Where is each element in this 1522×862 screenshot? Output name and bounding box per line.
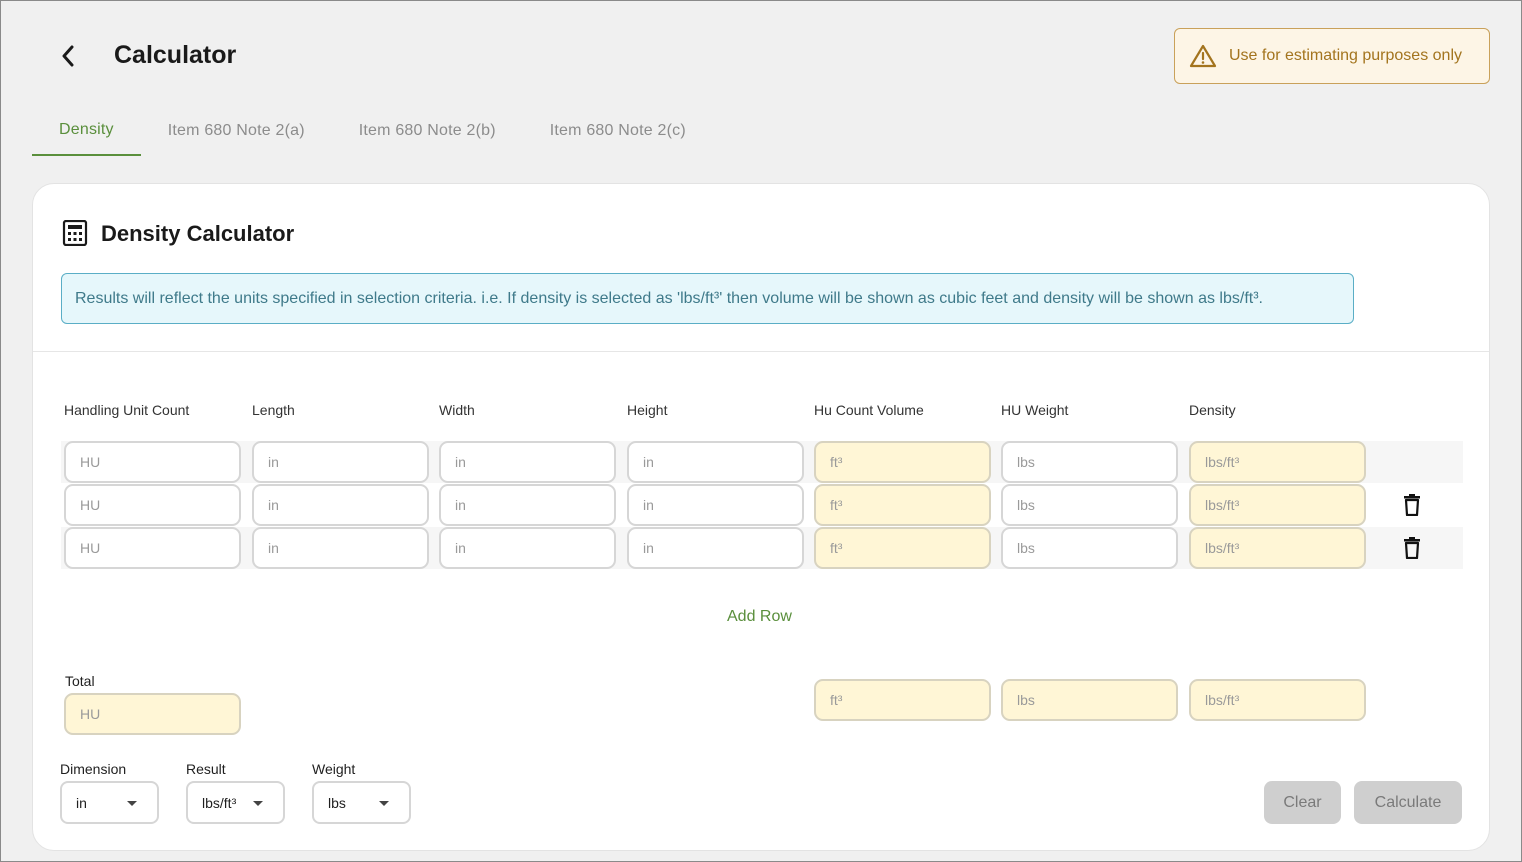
hu-count-volume-field [814, 441, 991, 483]
hu-count-volume-field [814, 527, 991, 569]
card-title: Density Calculator [101, 221, 295, 246]
total-hu-field [64, 693, 241, 735]
hu-weight-input[interactable] [1001, 527, 1178, 569]
tab-item-680-note-2b[interactable]: Item 680 Note 2(b) [332, 105, 523, 156]
column-header-length: Length [252, 402, 295, 418]
dimension-value: in [76, 794, 87, 811]
column-header-density: Density [1189, 402, 1236, 418]
tab-bar: Density Item 680 Note 2(a) Item 680 Note… [32, 105, 713, 157]
height-input[interactable] [627, 484, 804, 526]
trash-icon [1404, 537, 1420, 559]
dimension-label: Dimension [60, 761, 127, 777]
density-field [1189, 441, 1366, 483]
calculate-button[interactable]: Calculate [1354, 781, 1462, 824]
add-row-button[interactable]: Add Row [727, 608, 792, 626]
trash-icon [1404, 494, 1420, 516]
caret-down-icon [253, 801, 263, 806]
total-volume-field [814, 679, 991, 721]
result-value: lbs/ft³ [202, 794, 237, 811]
column-header-height: Height [627, 402, 668, 418]
caret-down-icon [127, 801, 137, 806]
result-select[interactable]: lbs/ft³ [186, 781, 285, 824]
length-input[interactable] [252, 527, 429, 569]
chevron-left-icon [62, 45, 74, 67]
divider [33, 351, 1489, 352]
calculator-icon [62, 220, 88, 246]
page-title: Calculator [114, 41, 237, 69]
length-input[interactable] [252, 441, 429, 483]
column-header-hu-weight: HU Weight [1001, 402, 1069, 418]
density-field [1189, 527, 1366, 569]
hu-weight-input[interactable] [1001, 441, 1178, 483]
weight-value: lbs [328, 794, 346, 811]
total-density-field [1189, 679, 1366, 721]
hu-count-input[interactable] [64, 484, 241, 526]
length-input[interactable] [252, 484, 429, 526]
hu-count-volume-field [814, 484, 991, 526]
delete-row-button[interactable] [1400, 493, 1424, 517]
tab-item-680-note-2a[interactable]: Item 680 Note 2(a) [141, 105, 332, 156]
hu-count-input[interactable] [64, 527, 241, 569]
delete-row-button[interactable] [1400, 536, 1424, 560]
width-input[interactable] [439, 484, 616, 526]
height-input[interactable] [627, 441, 804, 483]
weight-select[interactable]: lbs [312, 781, 411, 824]
column-header-width: Width [439, 402, 475, 418]
width-input[interactable] [439, 441, 616, 483]
caret-down-icon [379, 801, 389, 806]
warning-icon [1189, 44, 1217, 68]
info-message: Results will reflect the units specified… [61, 273, 1354, 324]
tab-item-680-note-2c[interactable]: Item 680 Note 2(c) [523, 105, 713, 156]
warning-text: Use for estimating purposes only [1229, 47, 1462, 64]
hu-weight-input[interactable] [1001, 484, 1178, 526]
tab-density[interactable]: Density [32, 105, 141, 156]
weight-label: Weight [312, 761, 356, 777]
height-input[interactable] [627, 527, 804, 569]
info-text: Results will reflect the units specified… [75, 289, 1263, 307]
density-calculator-card: Density Calculator Results will reflect … [32, 183, 1490, 851]
clear-button[interactable]: Clear [1264, 781, 1341, 824]
density-field [1189, 484, 1366, 526]
column-header-handling-unit-count: Handling Unit Count [64, 402, 190, 418]
result-label: Result [186, 761, 226, 777]
page-header: Calculator Use for estimating purposes o… [1, 1, 1521, 101]
column-header-hu-count-volume: Hu Count Volume [814, 402, 924, 418]
width-input[interactable] [439, 527, 616, 569]
back-button[interactable] [53, 41, 83, 71]
total-weight-field [1001, 679, 1178, 721]
total-label: Total [65, 673, 95, 689]
hu-count-input[interactable] [64, 441, 241, 483]
warning-banner: Use for estimating purposes only [1174, 28, 1490, 84]
dimension-select[interactable]: in [60, 781, 159, 824]
